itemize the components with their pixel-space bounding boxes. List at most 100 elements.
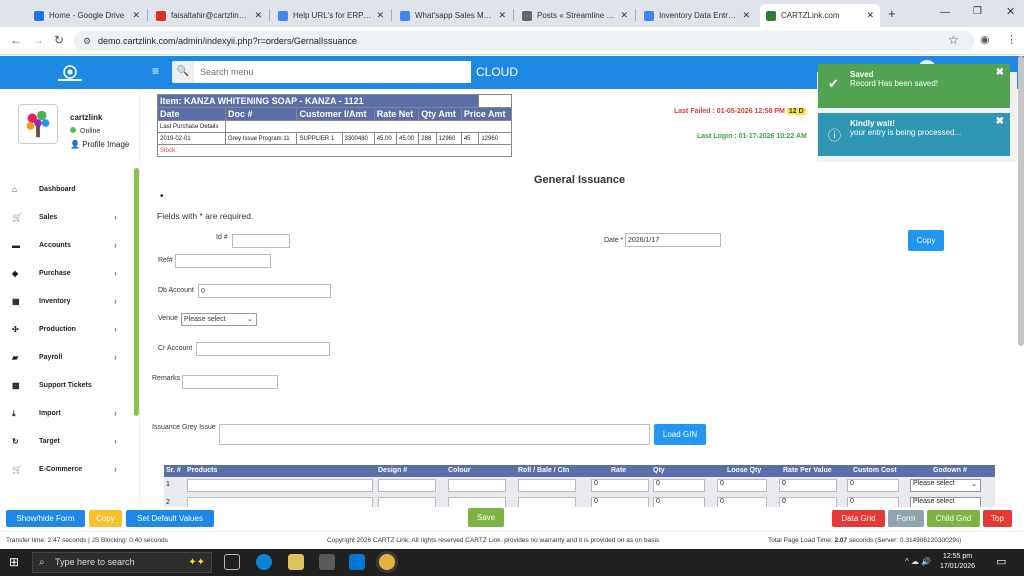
rate-input[interactable]: 0 (591, 497, 649, 507)
qty-input[interactable]: 0 (653, 479, 705, 492)
rate-per-value-input[interactable]: 0 (779, 497, 837, 507)
design-input[interactable] (378, 479, 436, 492)
close-icon[interactable]: ✖ (996, 116, 1004, 127)
window-close-button[interactable]: ✕ (1006, 5, 1015, 18)
tab-gmail[interactable]: faisaltahir@cartzlink.cc ✕ (150, 4, 268, 27)
custom-cost-input[interactable]: 0 (847, 497, 899, 507)
load-gin-button[interactable]: Load GIN (654, 424, 706, 445)
restore-button[interactable]: ❐ (973, 6, 982, 17)
windows-start-icon[interactable]: ⊞ (9, 555, 19, 569)
search-icon[interactable]: 🔍 (172, 61, 194, 83)
taskbar-clock[interactable]: 12:55 pm 17/01/2026 (940, 552, 975, 572)
toast-kindly-wait[interactable]: ⓘ Kindly wait! your entry is being proce… (818, 113, 1010, 156)
profile-icon[interactable]: ◉ (980, 33, 990, 46)
child-grid-button[interactable]: Child Grid (927, 510, 980, 527)
sidebar-item-ecommerce[interactable]: 🛒 E-Commerce › (0, 460, 130, 480)
form-button[interactable]: Form (888, 510, 924, 527)
tab-cartzlink[interactable]: CARTZLink.com ✕ (760, 4, 880, 27)
sidebar-item-import[interactable]: ⤓ Import › (0, 404, 130, 424)
close-icon[interactable]: ✕ (376, 10, 384, 21)
address-bar[interactable]: ⚙ demo.cartzlink.com/admin/indexyii.php?… (74, 31, 974, 51)
toast-saved[interactable]: ✔ Saved Record Has been saved! ✖ (818, 64, 1010, 108)
sidebar-scrollbar[interactable] (134, 168, 139, 416)
product-input[interactable] (187, 497, 373, 507)
target-icon: ↻ (12, 437, 19, 446)
chevron-right-icon: › (114, 436, 117, 446)
tab-help-urls[interactable]: Help URL's for ERP Sys ✕ (272, 4, 390, 27)
back-icon[interactable]: ← (10, 33, 22, 47)
data-grid-button[interactable]: Data Grid (832, 510, 885, 527)
sidebar-item-purchase[interactable]: ◆ Purchase › (0, 264, 130, 284)
chrome-icon[interactable] (379, 554, 395, 570)
loose-qty-input[interactable]: 0 (717, 497, 767, 507)
page-scrollbar[interactable] (1018, 56, 1024, 346)
loose-qty-input[interactable]: 0 (717, 479, 767, 492)
close-icon[interactable]: ✕ (498, 10, 506, 21)
close-icon[interactable]: ✕ (132, 10, 140, 21)
store-icon[interactable] (319, 554, 335, 570)
sidebar-item-target[interactable]: ↻ Target › (0, 432, 130, 452)
roll-input[interactable] (518, 479, 576, 492)
colour-input[interactable] (448, 497, 506, 507)
tab-posts-streamline[interactable]: Posts « Streamline Syst ✕ (516, 4, 634, 27)
new-tab-button[interactable]: + (888, 6, 896, 21)
copy-button[interactable]: Copy (89, 510, 122, 527)
show-hide-form-button[interactable]: Show/hide Form (6, 510, 85, 527)
sidebar-item-payroll[interactable]: ▰ Payroll › (0, 348, 130, 368)
sidebar-item-accounts[interactable]: ▬ Accounts › (0, 236, 130, 256)
date-input[interactable] (625, 233, 721, 247)
rate-per-value-input[interactable]: 0 (779, 479, 837, 492)
sidebar-item-dashboard[interactable]: ⌂ Dashboard (0, 180, 130, 200)
roll-input[interactable] (518, 497, 576, 507)
close-icon[interactable]: ✕ (742, 10, 750, 21)
remarks-input[interactable] (182, 375, 278, 389)
tab-whatsapp-sales[interactable]: What'sapp Sales Mess ✕ (394, 4, 512, 27)
task-view-icon[interactable] (224, 554, 240, 570)
venue-select[interactable]: Please select ⌄ (181, 313, 257, 326)
notifications-icon[interactable]: ▭ (996, 555, 1006, 568)
close-icon[interactable]: ✖ (996, 67, 1004, 78)
edge-icon[interactable] (256, 554, 272, 570)
db-account-label: Db Account (158, 287, 194, 294)
sidebar-item-support-tickets[interactable]: ▩ Support Tickets (0, 376, 130, 396)
godown-select[interactable]: Please select ⌄ (910, 479, 981, 492)
taskbar-search[interactable]: ⌕ Type here to search ✦✦ (32, 552, 212, 573)
grey-issue-input[interactable] (219, 424, 650, 445)
qty-input[interactable]: 0 (653, 497, 705, 507)
profile-image-link[interactable]: 👤 Profile Image (70, 140, 129, 149)
id-input[interactable] (232, 234, 290, 248)
sidebar-item-sales[interactable]: 🛒 Sales › (0, 208, 130, 228)
tab-inventory-data[interactable]: Inventory Data Entry M ✕ (638, 4, 756, 27)
search-menu-input[interactable] (194, 61, 471, 83)
hamburger-menu-icon[interactable]: ≡ (152, 64, 159, 78)
design-input[interactable] (378, 497, 436, 507)
copy-date-button[interactable]: Copy (908, 230, 944, 251)
forward-icon[interactable]: → (32, 33, 44, 47)
product-input[interactable] (187, 479, 373, 492)
menu-dots-icon[interactable]: ⋮ (1006, 33, 1017, 46)
system-tray-icons[interactable]: ^ ☁ 🔊 (905, 557, 931, 566)
ref-input[interactable] (175, 254, 271, 268)
close-icon[interactable]: ✕ (254, 10, 262, 21)
close-icon[interactable]: ✕ (866, 10, 874, 21)
set-default-values-button[interactable]: Set Default Values (126, 510, 214, 527)
file-explorer-icon[interactable] (288, 554, 304, 570)
sidebar-item-inventory[interactable]: ▦ Inventory › (0, 292, 130, 312)
minimize-button[interactable]: — (940, 7, 950, 18)
sidebar-item-production[interactable]: ✣ Production › (0, 320, 130, 340)
site-info-icon[interactable]: ⚙ (83, 31, 91, 51)
rate-input[interactable]: 0 (591, 479, 649, 492)
last-purchase-details-tab[interactable]: Last Purchase Details (157, 120, 226, 133)
save-button[interactable]: Save (468, 508, 504, 527)
top-button[interactable]: Top (983, 510, 1012, 527)
tab-google-drive[interactable]: Home - Google Drive ✕ (28, 4, 146, 27)
db-account-input[interactable] (198, 284, 331, 298)
custom-cost-input[interactable]: 0 (847, 479, 899, 492)
colour-input[interactable] (448, 479, 506, 492)
bookmark-star-icon[interactable]: ☆ (948, 33, 959, 47)
close-icon[interactable]: ✕ (620, 10, 628, 21)
outlook-icon[interactable] (349, 554, 365, 570)
cr-account-input[interactable] (196, 342, 330, 356)
reload-icon[interactable]: ↻ (54, 33, 64, 47)
godown-select[interactable]: Please select (910, 497, 981, 507)
